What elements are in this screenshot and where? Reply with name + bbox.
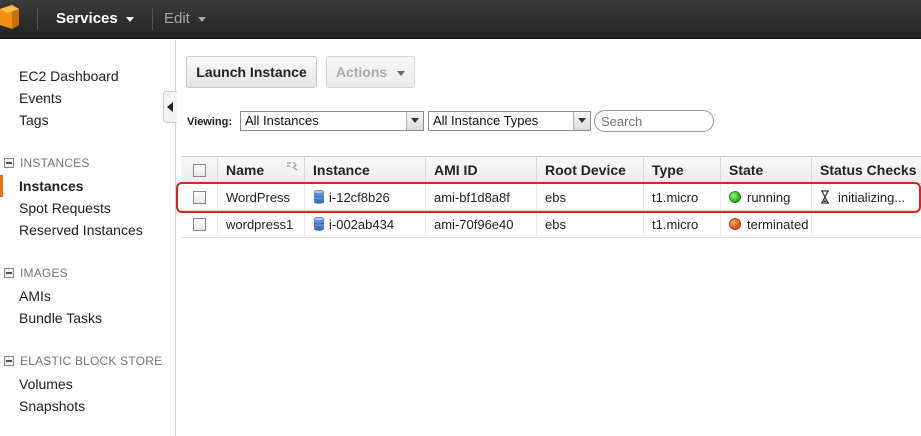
nav-divider xyxy=(152,8,153,30)
cell-instance[interactable]: i-12cf8b26 xyxy=(304,184,425,210)
instance-id: i-002ab434 xyxy=(329,216,395,232)
sidebar-item-snapshots[interactable]: Snapshots xyxy=(19,398,85,414)
column-settings-icon[interactable] xyxy=(286,161,298,171)
database-icon xyxy=(313,190,325,204)
launch-instance-button[interactable]: Launch Instance xyxy=(186,56,317,88)
sidebar-item-instances[interactable]: Instances xyxy=(19,178,84,194)
cell-state: terminated xyxy=(720,211,811,237)
sidebar-item-spot-requests[interactable]: Spot Requests xyxy=(19,200,111,216)
column-header-status-checks[interactable]: Status Checks xyxy=(811,157,921,183)
row-select-cell xyxy=(181,211,217,237)
sidebar-item-volumes[interactable]: Volumes xyxy=(19,376,73,392)
sidebar-item-reserved-instances[interactable]: Reserved Instances xyxy=(19,222,143,238)
column-label: Name xyxy=(226,162,265,178)
state-label: running xyxy=(747,189,791,205)
hourglass-icon xyxy=(821,190,829,204)
collapse-icon xyxy=(4,356,14,366)
actions-label: Actions xyxy=(335,64,388,80)
cell-root-device: ebs xyxy=(536,184,643,210)
chevron-down-icon xyxy=(125,17,134,22)
state-label: terminated xyxy=(747,216,809,232)
sidebar-section-images[interactable]: IMAGES xyxy=(4,266,68,280)
cell-status-checks xyxy=(811,211,921,237)
sidebar-section-ebs[interactable]: ELASTIC BLOCK STORE xyxy=(4,354,162,368)
edit-label: Edit xyxy=(164,10,190,27)
cell-status-checks: initializing... xyxy=(811,184,921,210)
cell-name: wordpress1 xyxy=(217,211,304,237)
search-input[interactable] xyxy=(594,110,714,132)
column-header-state[interactable]: State xyxy=(720,157,811,183)
sidebar: EC2 Dashboard Events Tags INSTANCES Inst… xyxy=(0,40,176,436)
status-label: initializing... xyxy=(838,189,906,205)
cell-ami-id: ami-bf1d8a8f xyxy=(425,184,536,210)
top-nav-bar: Services Edit xyxy=(0,0,921,39)
sidebar-item-ec2-dashboard[interactable]: EC2 Dashboard xyxy=(19,68,119,84)
actions-dropdown[interactable]: Actions xyxy=(326,56,415,88)
column-header-ami-id[interactable]: AMI ID xyxy=(425,157,536,183)
dropdown-arrow-icon[interactable] xyxy=(573,112,590,130)
aws-logo-icon[interactable] xyxy=(0,5,19,29)
services-label: Services xyxy=(56,10,118,27)
sidebar-item-tags[interactable]: Tags xyxy=(19,112,49,128)
table-row[interactable]: WordPress i-12cf8b26 ami-bf1d8a8f ebs t1… xyxy=(181,184,921,211)
instance-filter-select[interactable]: All Instances xyxy=(240,111,424,131)
row-checkbox[interactable] xyxy=(192,217,206,231)
collapse-icon xyxy=(4,268,14,278)
row-checkbox[interactable] xyxy=(192,190,206,204)
cell-state: running xyxy=(720,184,811,210)
instance-type-select[interactable]: All Instance Types xyxy=(428,111,591,131)
sidebar-section-instances[interactable]: INSTANCES xyxy=(4,156,90,170)
services-menu[interactable]: Services xyxy=(56,10,134,27)
select-value: All Instances xyxy=(245,113,319,128)
instance-id: i-12cf8b26 xyxy=(329,189,390,205)
sidebar-item-amis[interactable]: AMIs xyxy=(19,288,51,304)
edit-menu[interactable]: Edit xyxy=(164,10,206,27)
viewing-label: Viewing: xyxy=(187,116,233,128)
table-header: Name Instance AMI ID Root Device Type St… xyxy=(181,156,921,184)
cell-root-device: ebs xyxy=(536,211,643,237)
select-all-checkbox[interactable] xyxy=(192,163,206,177)
column-header-name[interactable]: Name xyxy=(217,157,304,183)
active-indicator xyxy=(0,175,3,197)
running-status-icon xyxy=(729,191,741,203)
section-title: ELASTIC BLOCK STORE xyxy=(20,354,163,368)
terminated-status-icon xyxy=(729,218,741,230)
chevron-down-icon xyxy=(397,70,406,76)
sidebar-item-events[interactable]: Events xyxy=(19,90,62,106)
section-title: INSTANCES xyxy=(20,156,90,170)
cell-type: t1.micro xyxy=(643,184,720,210)
select-value: All Instance Types xyxy=(433,113,539,128)
cell-name: WordPress xyxy=(217,184,304,210)
nav-divider xyxy=(37,8,38,30)
cell-ami-id: ami-70f96e40 xyxy=(425,211,536,237)
column-header-type[interactable]: Type xyxy=(643,157,720,183)
cell-instance[interactable]: i-002ab434 xyxy=(304,211,425,237)
header-select-cell xyxy=(181,157,217,183)
sidebar-item-bundle-tasks[interactable]: Bundle Tasks xyxy=(19,310,102,326)
column-header-root-device[interactable]: Root Device xyxy=(536,157,643,183)
cell-type: t1.micro xyxy=(643,211,720,237)
section-title: IMAGES xyxy=(20,266,68,280)
column-header-instance[interactable]: Instance xyxy=(304,157,425,183)
table-row[interactable]: wordpress1 i-002ab434 ami-70f96e40 ebs t… xyxy=(181,211,921,238)
collapse-icon xyxy=(4,158,14,168)
database-icon xyxy=(313,217,325,231)
row-select-cell xyxy=(181,184,217,210)
sidebar-collapse-button[interactable] xyxy=(163,91,177,123)
dropdown-arrow-icon[interactable] xyxy=(406,112,423,130)
chevron-down-icon xyxy=(197,17,206,22)
